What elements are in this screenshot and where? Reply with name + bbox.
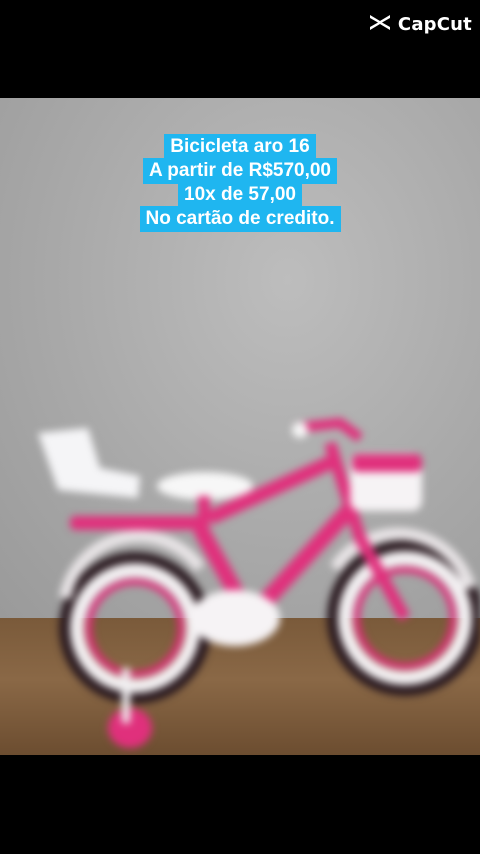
bike-photo: Bicicleta aro 16 A partir de R$570,00 10… (0, 98, 480, 755)
caption-line-title: Bicicleta aro 16 (164, 134, 316, 160)
caption-line-installments: 10x de 57,00 (178, 182, 302, 208)
capcut-label: CapCut (397, 14, 472, 35)
bottom-letterbox (0, 755, 480, 854)
price-caption: Bicicleta aro 16 A partir de R$570,00 10… (0, 134, 480, 232)
capcut-watermark: CapCut (368, 12, 472, 37)
caption-line-price: A partir de R$570,00 (143, 158, 337, 184)
caption-line-payment: No cartão de credito. (139, 206, 341, 232)
capcut-logo-icon (368, 12, 392, 37)
top-letterbox: CapCut (0, 0, 480, 98)
